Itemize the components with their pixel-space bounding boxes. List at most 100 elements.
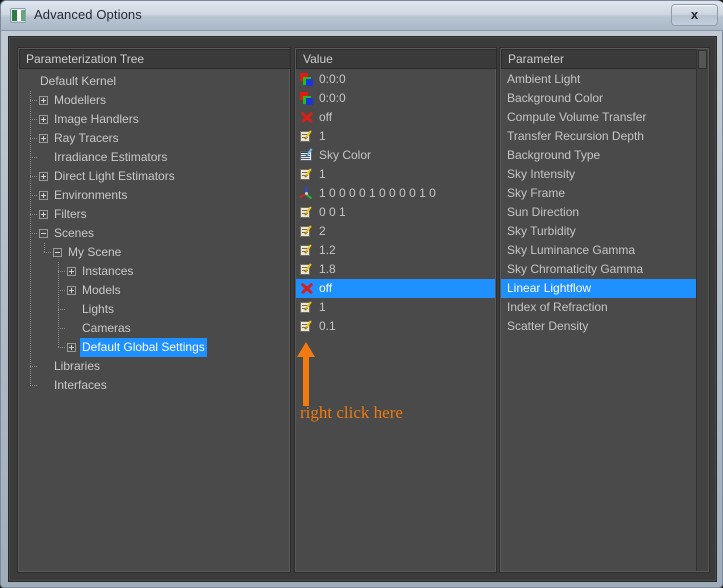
window-title: Advanced Options: [34, 7, 142, 22]
expand-icon[interactable]: [39, 210, 48, 219]
tree-item-label[interactable]: Environments: [52, 186, 129, 205]
parameter-row[interactable]: Compute Volume Transfer: [501, 108, 708, 127]
tree-item-label[interactable]: Irradiance Estimators: [52, 148, 169, 167]
parameter-panel: Parameter Ambient Light Background Color C…: [499, 47, 710, 573]
expand-icon[interactable]: [39, 172, 48, 181]
tree-item[interactable]: Filters: [19, 205, 289, 224]
tree-item-label[interactable]: Instances: [80, 262, 135, 281]
tree-item-label[interactable]: Default Kernel: [38, 72, 118, 91]
tree-item-label[interactable]: Modellers: [52, 91, 108, 110]
parameter-row[interactable]: Background Color: [501, 89, 708, 108]
expand-icon[interactable]: [67, 286, 76, 295]
value-row[interactable]: 0.1: [296, 317, 495, 336]
tree-item[interactable]: Interfaces: [19, 376, 289, 395]
value-row[interactable]: 0:0:0: [296, 89, 495, 108]
value-row[interactable]: 0:0:0: [296, 70, 495, 89]
parameter-row[interactable]: Sky Luminance Gamma: [501, 241, 708, 260]
tree-item-label[interactable]: Image Handlers: [52, 110, 141, 129]
tree-item-label[interactable]: My Scene: [66, 243, 123, 262]
tree-item[interactable]: Cameras: [19, 319, 289, 338]
annotation-arrow-icon: [297, 342, 315, 406]
tree-item-label[interactable]: Scenes: [52, 224, 96, 243]
value-row[interactable]: 1.2: [296, 241, 495, 260]
parameter-row[interactable]: Sky Chromaticity Gamma: [501, 260, 708, 279]
value-row[interactable]: Sky Color: [296, 146, 495, 165]
tree-item-label[interactable]: Filters: [52, 205, 89, 224]
tree-connector: [58, 262, 59, 348]
value-row[interactable]: 1: [296, 165, 495, 184]
parameter-scrollbar[interactable]: [696, 49, 708, 571]
tree-item[interactable]: Lights: [19, 300, 289, 319]
tree-connector: [30, 385, 38, 386]
value-list[interactable]: 0:0:0 0:0:0 off 1 Sky Color 1 1 0 0 0 0 1 0 0 …: [296, 70, 495, 571]
value-row[interactable]: 1.8: [296, 260, 495, 279]
tree-item-label[interactable]: Cameras: [80, 319, 133, 338]
expand-icon[interactable]: [39, 96, 48, 105]
tree-item[interactable]: My Scene: [19, 243, 289, 262]
value-text: 1 0 0 0 0 1 0 0 0 0 1 0: [319, 186, 436, 200]
expand-icon[interactable]: [39, 115, 48, 124]
collapse-icon[interactable]: [39, 229, 48, 238]
expand-icon[interactable]: [39, 134, 48, 143]
rgb-color-icon: [300, 92, 314, 105]
parameter-row[interactable]: Scatter Density: [501, 317, 708, 336]
tree-connector: [58, 347, 66, 348]
tree-item[interactable]: Image Handlers: [19, 110, 289, 129]
tree-connector: [30, 138, 38, 139]
tree-item[interactable]: Irradiance Estimators: [19, 148, 289, 167]
value-row[interactable]: 1: [296, 127, 495, 146]
tree-item-label[interactable]: Direct Light Estimators: [52, 167, 177, 186]
parameter-row[interactable]: Sky Intensity: [501, 165, 708, 184]
parameter-row[interactable]: Sun Direction: [501, 203, 708, 222]
tree-item[interactable]: Default Global Settings: [19, 338, 289, 357]
parameter-row[interactable]: Sky Frame: [501, 184, 708, 203]
tree-item[interactable]: Modellers: [19, 91, 289, 110]
tree-item[interactable]: Ray Tracers: [19, 129, 289, 148]
tree-list[interactable]: Default Kernel Modellers Image Handlers Ray…: [19, 70, 289, 571]
parameter-list[interactable]: Ambient Light Background Color Compute Vol…: [501, 70, 708, 571]
tree-connector: [30, 100, 38, 101]
expand-icon[interactable]: [39, 191, 48, 200]
parameter-row[interactable]: Transfer Recursion Depth: [501, 127, 708, 146]
tree-item[interactable]: Libraries: [19, 357, 289, 376]
note-pencil-icon: [300, 130, 314, 143]
tree-item[interactable]: Direct Light Estimators: [19, 167, 289, 186]
value-text: 1: [319, 167, 326, 181]
parameter-row[interactable]: Ambient Light: [501, 70, 708, 89]
parameter-row[interactable]: Index of Refraction: [501, 298, 708, 317]
tree-connector: [30, 233, 38, 234]
tree-item-label[interactable]: Lights: [80, 300, 116, 319]
close-button[interactable]: x: [671, 4, 718, 26]
value-row[interactable]: off: [296, 108, 495, 127]
tree-item-label[interactable]: Interfaces: [52, 376, 109, 395]
tree-connector: [30, 157, 38, 158]
value-text: 0.1: [319, 319, 336, 333]
tree-connector: [30, 366, 38, 367]
parameter-row[interactable]: Sky Turbidity: [501, 222, 708, 241]
value-panel: Value 0:0:0 0:0:0 off 1 Sky Color 1 1 0 0 0 0 …: [294, 47, 497, 573]
value-row[interactable]: 2: [296, 222, 495, 241]
tree-item-label[interactable]: Default Global Settings: [80, 338, 207, 357]
window-titlebar[interactable]: Advanced Options x: [1, 1, 723, 31]
tree-item[interactable]: Environments: [19, 186, 289, 205]
tree-item[interactable]: Scenes: [19, 224, 289, 243]
value-panel-header: Value: [296, 49, 497, 69]
tree-item[interactable]: Models: [19, 281, 289, 300]
tree-item[interactable]: Instances: [19, 262, 289, 281]
parameter-text: Sky Intensity: [507, 167, 576, 181]
value-row[interactable]: 0 0 1: [296, 203, 495, 222]
expand-icon[interactable]: [67, 343, 76, 352]
value-row[interactable]: 1: [296, 298, 495, 317]
value-row[interactable]: off: [296, 279, 495, 298]
tree-item[interactable]: Default Kernel: [19, 72, 289, 91]
parameter-scrollbar-thumb[interactable]: [698, 50, 707, 69]
parameter-row[interactable]: Background Type: [501, 146, 708, 165]
collapse-icon[interactable]: [53, 248, 62, 257]
expand-icon[interactable]: [67, 267, 76, 276]
value-row[interactable]: 1 0 0 0 0 1 0 0 0 0 1 0: [296, 184, 495, 203]
tree-item-label[interactable]: Models: [80, 281, 123, 300]
tree-connector: [58, 271, 66, 272]
parameter-row[interactable]: Linear Lightflow: [501, 279, 708, 298]
tree-item-label[interactable]: Ray Tracers: [52, 129, 121, 148]
tree-item-label[interactable]: Libraries: [52, 357, 102, 376]
